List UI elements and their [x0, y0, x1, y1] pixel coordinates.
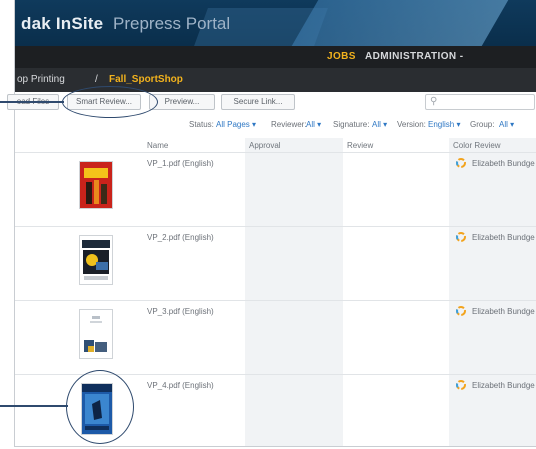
color-wheel-icon — [456, 380, 466, 390]
column-header-name[interactable]: Name — [147, 141, 168, 150]
file-name[interactable]: VP_1.pdf (English) — [147, 159, 214, 168]
nav-administration[interactable]: ADMINISTRATION - — [365, 51, 463, 62]
table-row[interactable]: VP_1.pdf (English) Elizabeth Bundge — [15, 152, 536, 227]
brand-header: dak InSite Prepress Portal — [15, 0, 536, 46]
file-name[interactable]: VP_2.pdf (English) — [147, 233, 214, 242]
secure-link-button[interactable]: Secure Link... — [221, 94, 295, 110]
breadcrumb-parent[interactable]: op Printing — [17, 74, 65, 85]
signature-filter[interactable]: All ▾ — [372, 120, 387, 129]
column-header-review[interactable]: Review — [347, 141, 373, 150]
page-thumbnail[interactable] — [79, 235, 113, 285]
file-name[interactable]: VP_4.pdf (English) — [147, 381, 214, 390]
table-row[interactable]: VP_3.pdf (English) Elizabeth Bundge — [15, 300, 536, 375]
header-decoration-wedge — [291, 0, 509, 46]
color-reviewer: Elizabeth Bundge — [472, 381, 535, 390]
preview-button[interactable]: Preview... — [149, 94, 215, 110]
page-thumbnail[interactable] — [79, 309, 113, 359]
color-reviewer: Elizabeth Bundge — [472, 307, 535, 316]
annotation-circle-smart-review — [62, 86, 158, 118]
column-header-approval[interactable]: Approval — [249, 141, 281, 150]
file-name[interactable]: VP_3.pdf (English) — [147, 307, 214, 316]
group-filter-label: Group: — [470, 120, 495, 129]
reviewer-filter-label: Reviewer: — [271, 120, 307, 129]
top-nav: JOBS ADMINISTRATION - — [15, 46, 536, 68]
signature-filter-label: Signature: — [333, 120, 370, 129]
color-reviewer: Elizabeth Bundge — [472, 159, 535, 168]
color-wheel-icon — [456, 306, 466, 316]
thumbnail-image-3 — [80, 310, 112, 358]
column-header-color-review[interactable]: Color Review — [453, 141, 501, 150]
status-filter-label: Status: — [189, 120, 214, 129]
breadcrumb-separator: / — [95, 74, 98, 85]
thumbnail-image-1 — [80, 162, 112, 208]
search-input[interactable]: ⚲ — [425, 94, 535, 110]
group-filter[interactable]: All ▾ — [499, 120, 514, 129]
color-wheel-icon — [456, 232, 466, 242]
version-filter-label: Version: — [397, 120, 426, 129]
annotation-leader-line — [0, 405, 68, 407]
version-filter[interactable]: English ▾ — [428, 120, 460, 129]
table-header: Name Approval Review Color Review — [15, 138, 536, 153]
page-thumbnail[interactable] — [79, 161, 113, 209]
annotation-circle-thumbnail — [66, 370, 134, 444]
annotation-leader-line — [0, 101, 64, 103]
brand-subtitle: Prepress Portal — [113, 14, 231, 33]
color-wheel-icon — [456, 158, 466, 168]
search-icon: ⚲ — [430, 96, 438, 107]
nav-jobs[interactable]: JOBS — [327, 51, 356, 62]
filter-bar: Status: All Pages ▾ Reviewer: All ▾ Sign… — [15, 118, 536, 132]
thumbnail-image-2 — [80, 236, 112, 284]
status-filter[interactable]: All Pages ▾ — [216, 120, 256, 129]
breadcrumb-current: Fall_SportShop — [109, 74, 183, 85]
color-reviewer: Elizabeth Bundge — [472, 233, 535, 242]
table-row[interactable]: VP_2.pdf (English) Elizabeth Bundge — [15, 226, 536, 301]
reviewer-filter[interactable]: All ▾ — [306, 120, 321, 129]
brand-name: dak InSite — [21, 14, 104, 33]
